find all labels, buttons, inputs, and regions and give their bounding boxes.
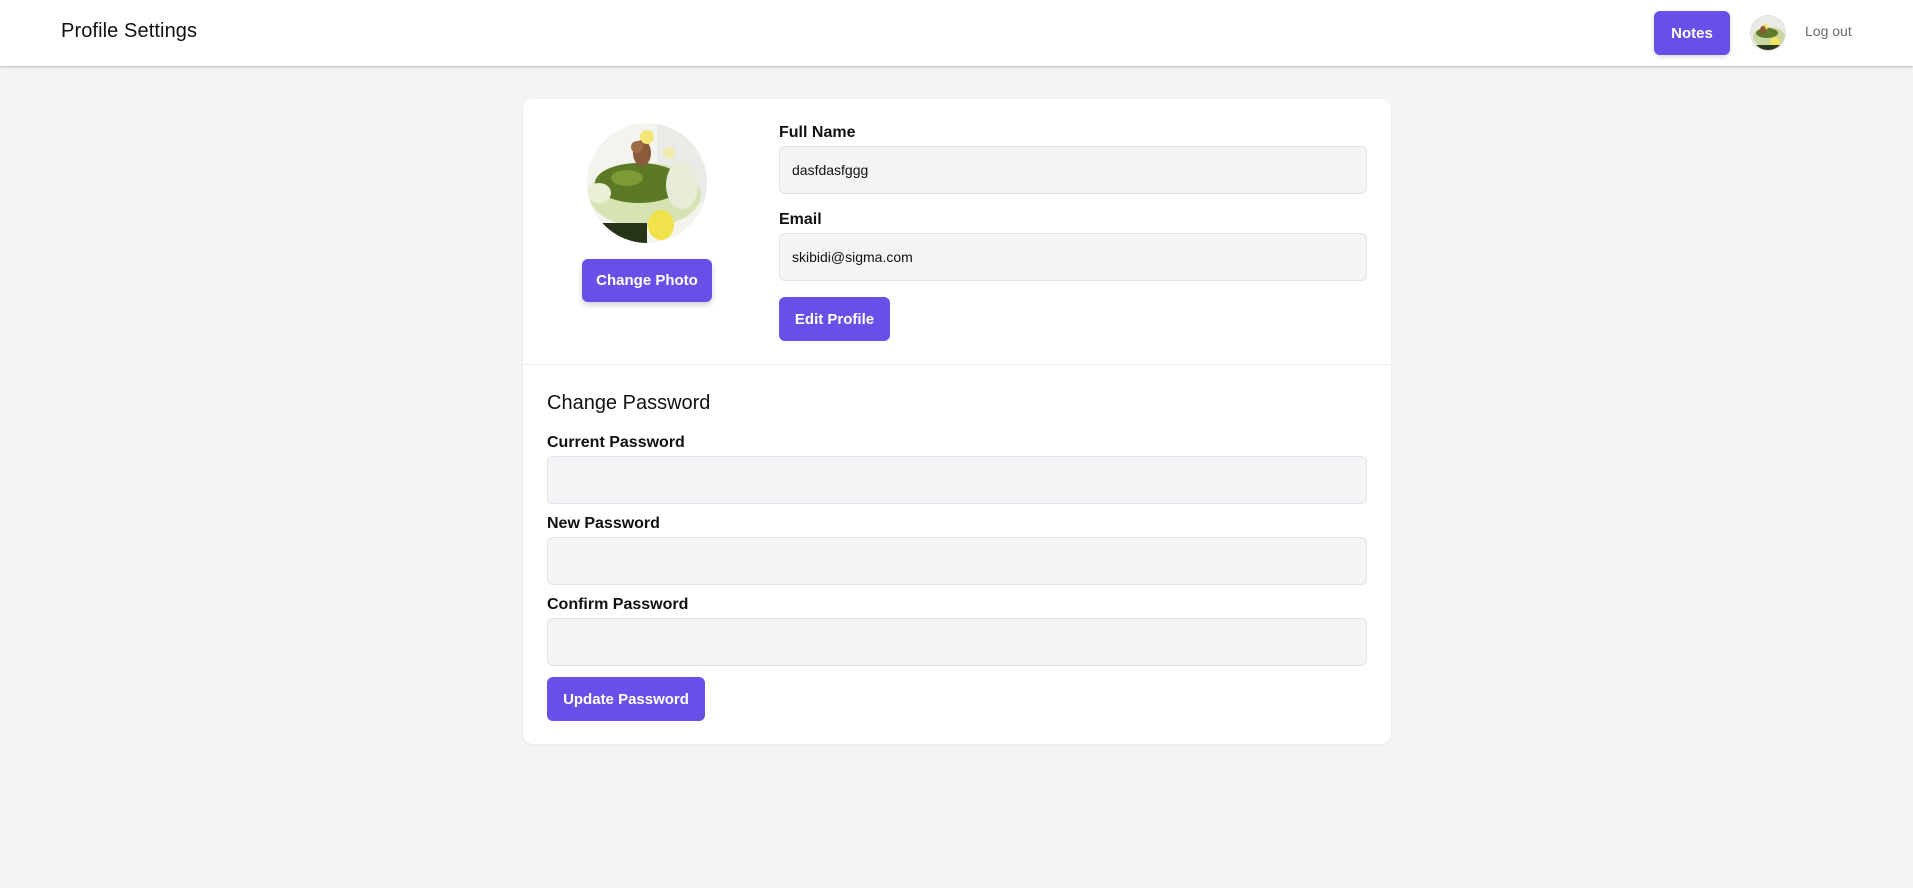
user-avatar-icon xyxy=(1751,16,1785,50)
notes-button[interactable]: Notes xyxy=(1654,11,1730,55)
logout-link[interactable]: Log out xyxy=(1805,23,1852,39)
top-bar: Profile Settings Notes Log out xyxy=(0,0,1913,66)
page-title: Profile Settings xyxy=(61,20,198,42)
update-password-button[interactable]: Update Password xyxy=(547,677,705,721)
email-field[interactable] xyxy=(779,233,1367,281)
section-divider xyxy=(523,364,1391,365)
profile-card: Change Photo Full Name Email Edit Profil… xyxy=(523,99,1391,744)
full-name-label: Full Name xyxy=(779,124,856,141)
current-password-label: Current Password xyxy=(547,434,685,451)
confirm-password-label: Confirm Password xyxy=(547,596,689,613)
new-password-field[interactable] xyxy=(547,537,1367,585)
new-password-label: New Password xyxy=(547,515,660,532)
current-password-field[interactable] xyxy=(547,456,1367,504)
edit-profile-button[interactable]: Edit Profile xyxy=(779,297,890,341)
confirm-password-field[interactable] xyxy=(547,618,1367,666)
avatar[interactable] xyxy=(1750,15,1786,51)
profile-photo-icon xyxy=(587,123,707,243)
profile-photo xyxy=(587,123,707,243)
change-password-heading: Change Password xyxy=(547,392,711,414)
change-photo-button[interactable]: Change Photo xyxy=(582,259,712,302)
email-label: Email xyxy=(779,211,822,228)
full-name-field[interactable] xyxy=(779,146,1367,194)
